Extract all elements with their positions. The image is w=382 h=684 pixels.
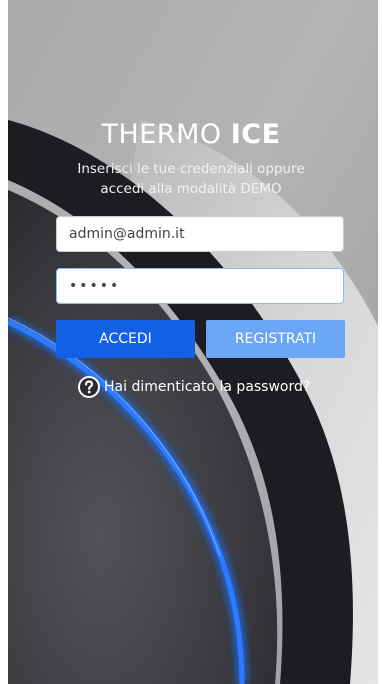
app-title-bold: ICE — [230, 119, 281, 150]
password-field[interactable] — [56, 268, 344, 304]
instructions-line-1: Inserisci le tue credenziali oppure — [77, 161, 305, 177]
app-title-light: THERMO — [101, 119, 222, 150]
register-button[interactable]: REGISTRATI — [206, 320, 345, 358]
login-button[interactable]: ACCEDI — [56, 320, 195, 358]
question-circle-icon — [77, 375, 101, 399]
app-title: THERMO ICE — [0, 119, 382, 150]
forgot-password-label: Hai dimenticato la password? — [104, 379, 311, 395]
login-instructions: Inserisci le tue credenziali oppure acce… — [60, 159, 322, 199]
login-form: THERMO ICE Inserisci le tue credenziali … — [0, 0, 382, 684]
login-screen: THERMO ICE Inserisci le tue credenziali … — [0, 0, 382, 684]
email-field[interactable] — [56, 216, 344, 252]
instructions-line-2: accedi alla modalità DEMO — [100, 181, 282, 197]
forgot-password-link[interactable]: Hai dimenticato la password? — [77, 374, 310, 400]
